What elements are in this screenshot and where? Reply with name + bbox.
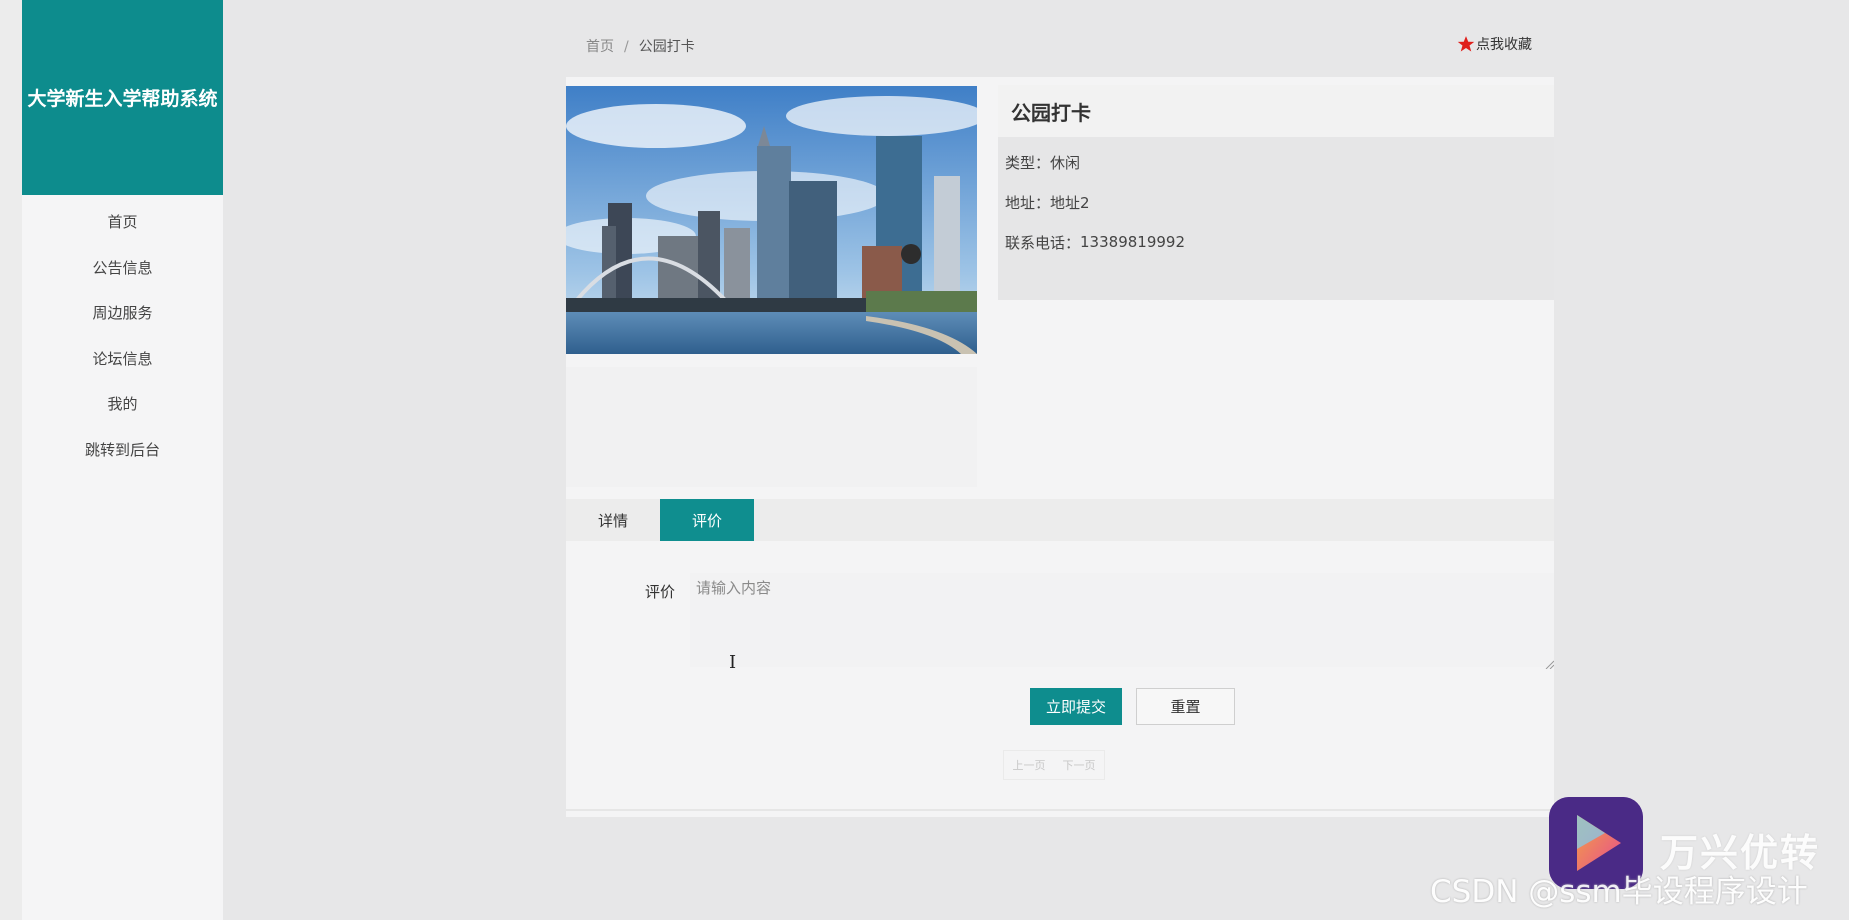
detail-card: 公园打卡 类型： 休闲 地址： 地址2 联系电话： 13389819992 详情 评价…: [566, 77, 1554, 817]
review-input[interactable]: [690, 573, 1554, 667]
window-edge: [0, 0, 22, 920]
site-brand: 大学新生入学帮助系统: [22, 0, 223, 195]
breadcrumb: 首页 / 公园打卡: [586, 36, 695, 56]
info-row-phone: 联系电话： 13389819992: [998, 222, 1554, 262]
info-row-address: 地址： 地址2: [998, 182, 1554, 222]
reset-button[interactable]: 重置: [1136, 688, 1235, 725]
favorite-label: 点我收藏: [1476, 37, 1532, 53]
prev-page-button[interactable]: 上一页: [1004, 751, 1054, 779]
sidebar-item-home[interactable]: 首页: [22, 199, 223, 245]
favorite-button[interactable]: 点我收藏: [1457, 34, 1532, 54]
park-photo: [566, 86, 977, 354]
tab-details[interactable]: 详情: [566, 499, 660, 541]
pagination: 上一页 下一页: [1003, 750, 1105, 780]
submit-button[interactable]: 立即提交: [1030, 688, 1122, 725]
next-page-button[interactable]: 下一页: [1054, 751, 1104, 779]
watermark-csdn: CSDN @ssm毕设程序设计: [1430, 874, 1808, 910]
info-row-label: 类型：: [1005, 153, 1051, 172]
info-row-label: 地址：: [1005, 193, 1051, 212]
sidebar-item-announcements[interactable]: 公告信息: [22, 245, 223, 291]
sidebar-item-forum[interactable]: 论坛信息: [22, 336, 223, 382]
tab-bar: 详情 评价: [566, 499, 1554, 541]
text-cursor-icon: I: [729, 652, 737, 673]
sidebar-item-mine[interactable]: 我的: [22, 381, 223, 427]
resize-grip-icon[interactable]: [1544, 659, 1554, 669]
info-row-value: 13389819992: [1080, 233, 1185, 251]
divider: [566, 809, 1554, 811]
breadcrumb-separator: /: [624, 39, 629, 55]
breadcrumb-current: 公园打卡: [638, 39, 695, 55]
review-label: 评价: [645, 583, 676, 601]
sidebar-item-go-admin[interactable]: 跳转到后台: [22, 427, 223, 473]
sidebar-item-nearby-services[interactable]: 周边服务: [22, 290, 223, 336]
tab-reviews[interactable]: 评价: [660, 499, 754, 541]
info-row-value: 休闲: [1050, 153, 1081, 172]
info-panel: 公园打卡 类型： 休闲 地址： 地址2 联系电话： 13389819992: [998, 85, 1554, 300]
info-row-value: 地址2: [1050, 193, 1090, 212]
sidebar-nav: 首页 公告信息 周边服务 论坛信息 我的 跳转到后台: [22, 195, 223, 472]
breadcrumb-home[interactable]: 首页: [586, 39, 614, 55]
image-gallery-area: [566, 367, 977, 487]
star-icon: [1457, 36, 1475, 52]
sidebar: 大学新生入学帮助系统 首页 公告信息 周边服务 论坛信息 我的 跳转到后台: [22, 0, 223, 920]
info-row-type: 类型： 休闲: [998, 142, 1554, 182]
info-row-label: 联系电话：: [1005, 233, 1081, 252]
detail-title: 公园打卡: [998, 85, 1554, 137]
